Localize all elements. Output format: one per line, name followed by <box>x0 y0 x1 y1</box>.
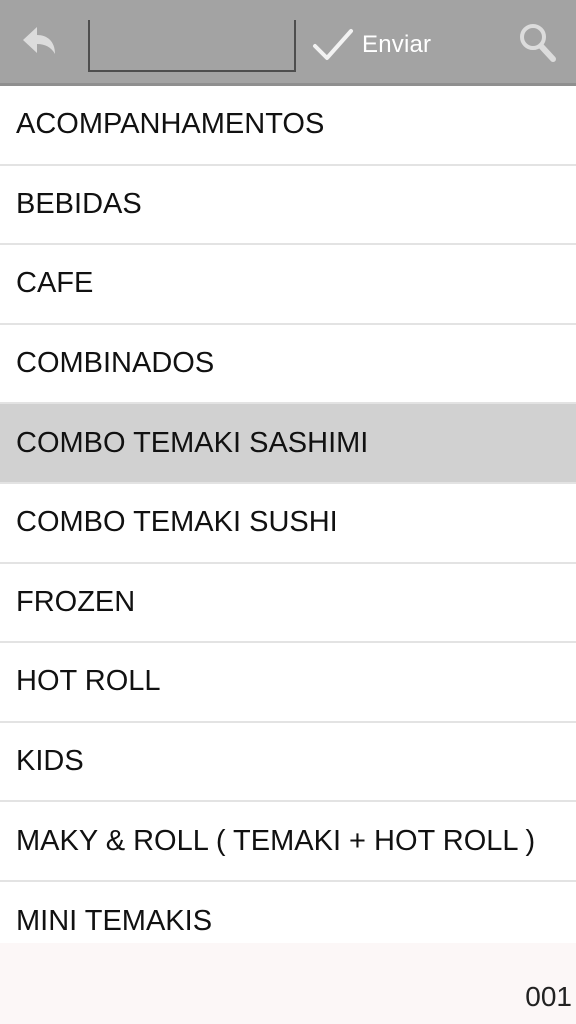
category-list: ACOMPANHAMENTOS BEBIDAS CAFE COMBINADOS … <box>0 86 576 943</box>
list-item[interactable]: MINI TEMAKIS <box>0 881 576 943</box>
list-item[interactable]: COMBO TEMAKI SUSHI <box>0 483 576 564</box>
top-toolbar: Enviar <box>0 0 576 86</box>
footer-code: 001 <box>525 981 572 1012</box>
back-button[interactable] <box>14 18 64 66</box>
list-item-selected[interactable]: COMBO TEMAKI SASHIMI <box>0 404 576 484</box>
list-item[interactable]: KIDS <box>0 722 576 803</box>
list-item[interactable]: HOT ROLL <box>0 643 576 723</box>
check-icon <box>313 29 353 60</box>
list-item[interactable]: FROZEN <box>0 563 576 644</box>
list-item[interactable]: COMBINADOS <box>0 324 576 405</box>
send-button[interactable]: Enviar <box>312 22 431 68</box>
send-label: Enviar <box>362 31 432 58</box>
list-item[interactable]: MAKY & ROLL ( TEMAKI + HOT ROLL ) <box>0 802 576 882</box>
search-button[interactable] <box>516 20 560 66</box>
footer-bar: 001 <box>0 943 576 1024</box>
field-mask <box>90 20 294 62</box>
magnifier-icon <box>520 24 556 62</box>
list-item[interactable]: CAFE <box>0 245 576 325</box>
undo-arrow-icon <box>23 27 55 54</box>
list-item[interactable]: ACOMPANHAMENTOS <box>0 86 576 166</box>
list-item[interactable]: BEBIDAS <box>0 165 576 246</box>
